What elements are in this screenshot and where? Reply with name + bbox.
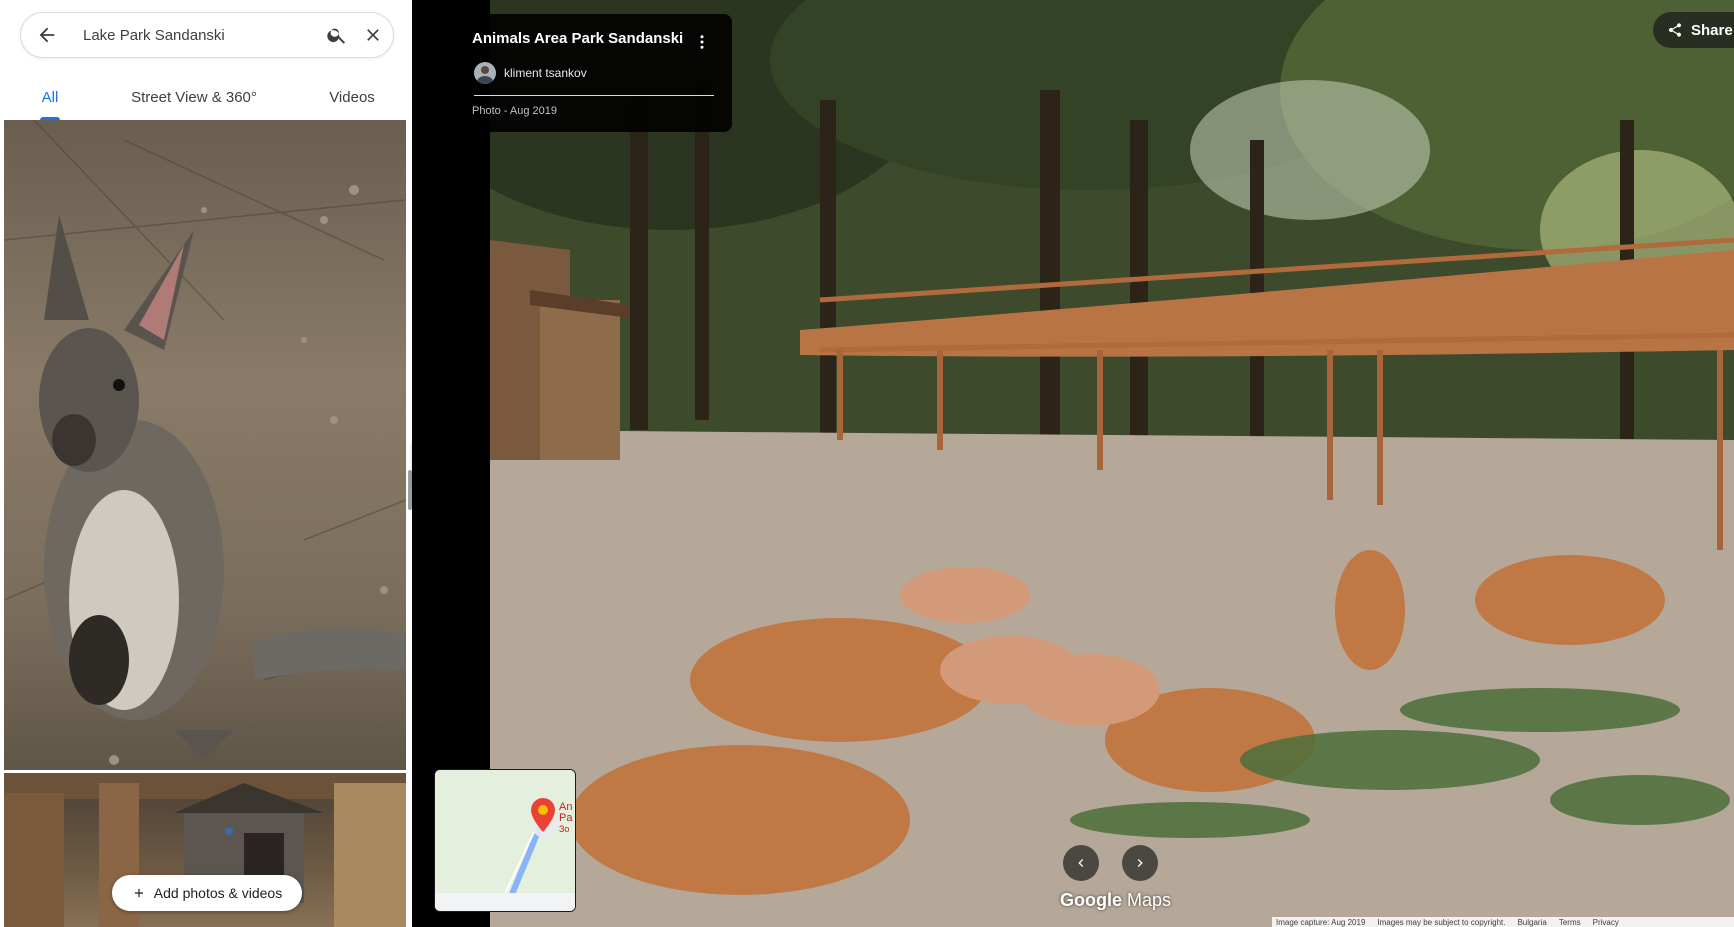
photo-viewer[interactable]: Animals Area Park Sandanski kliment tsan… <box>412 0 1734 927</box>
wallaby-image <box>4 120 406 765</box>
share-icon <box>1668 23 1682 37</box>
image-capture-date: Image capture: Aug 2019 <box>1276 917 1366 927</box>
main-photo[interactable] <box>490 0 1734 927</box>
plus-icon <box>134 888 143 898</box>
tab-all[interactable]: All <box>30 74 70 120</box>
chevron-left-icon <box>1078 859 1084 867</box>
place-title[interactable]: Animals Area Park Sandanski <box>472 30 683 47</box>
back-button[interactable] <box>25 13 69 57</box>
chevron-right-icon <box>1137 859 1143 867</box>
clear-button[interactable] <box>351 13 395 57</box>
next-photo-button[interactable] <box>1122 845 1158 881</box>
close-icon <box>367 29 379 41</box>
photo-thumbnail-wallaby[interactable] <box>4 120 406 770</box>
minimap-footer <box>435 893 575 911</box>
share-label: Share <box>1691 21 1733 39</box>
media-tabs: All Street View & 360° Videos <box>0 74 412 120</box>
search-box[interactable] <box>20 12 394 58</box>
photo-info-card: Animals Area Park Sandanski kliment tsan… <box>460 14 732 132</box>
search-icon <box>327 28 346 44</box>
search-input[interactable] <box>83 25 303 45</box>
google-maps-logo: Google Maps <box>1060 890 1172 910</box>
divider <box>474 95 714 96</box>
deer-enclosure-image <box>490 0 1734 927</box>
author-name-link[interactable]: kliment tsankov <box>504 66 587 80</box>
share-button[interactable]: Share <box>1653 12 1734 48</box>
terms-link[interactable]: Terms <box>1559 918 1581 927</box>
tab-street-view[interactable]: Street View & 360° <box>120 74 268 120</box>
minimap-map <box>435 770 575 911</box>
region-label: Bulgaria <box>1517 917 1547 927</box>
side-panel: All Street View & 360° Videos <box>0 0 412 927</box>
photo-grid <box>0 120 412 927</box>
previous-photo-button[interactable] <box>1063 845 1099 881</box>
minimap[interactable]: An Pa Зо <box>434 769 576 912</box>
author-avatar[interactable] <box>474 62 496 84</box>
arrow-left-icon <box>39 27 55 43</box>
add-photos-label: Add photos & videos <box>153 885 283 901</box>
copyright-notice[interactable]: Images may be subject to copyright. <box>1377 918 1505 927</box>
add-photos-button[interactable]: Add photos & videos <box>112 875 302 911</box>
tab-videos[interactable]: Videos <box>322 74 382 120</box>
privacy-link[interactable]: Privacy <box>1593 918 1619 927</box>
more-options-button[interactable] <box>688 28 716 56</box>
person-icon <box>477 66 493 84</box>
more-vert-icon <box>700 35 704 49</box>
map-footer: Image capture: Aug 2019 Images may be su… <box>1272 917 1734 927</box>
photo-date: Photo - Aug 2019 <box>472 105 558 117</box>
minimap-place-label: An Pa Зо <box>559 801 573 835</box>
